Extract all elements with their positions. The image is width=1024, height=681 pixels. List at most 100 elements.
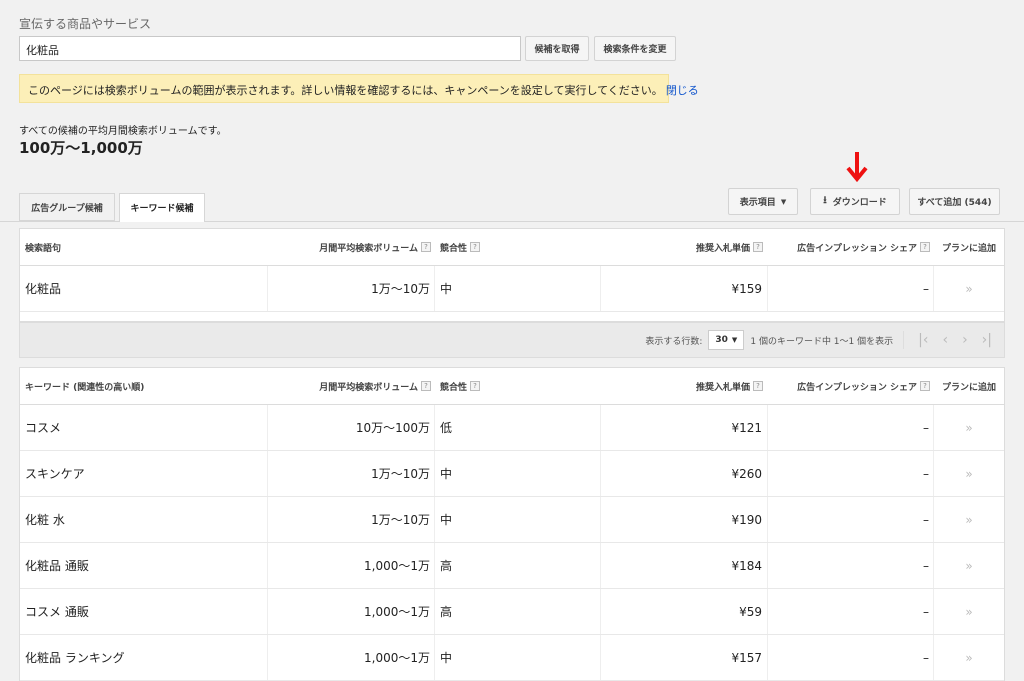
- columns-button[interactable]: 表示項目 ▼: [728, 188, 798, 215]
- add-to-plan-icon[interactable]: »: [934, 405, 1004, 450]
- tab-ad-group-ideas[interactable]: 広告グループ候補: [19, 193, 115, 221]
- add-to-plan-icon[interactable]: »: [934, 589, 1004, 634]
- help-icon[interactable]: ?: [920, 381, 930, 391]
- notice-close-link[interactable]: 閉じる: [666, 84, 699, 97]
- cell-volume: 1万〜10万: [268, 497, 435, 542]
- header-competition-label: 競合性: [440, 382, 468, 393]
- header-bid[interactable]: 推奨入札単価?: [601, 380, 768, 393]
- help-icon[interactable]: ?: [421, 381, 431, 391]
- cell-competition: 高: [435, 543, 601, 588]
- header-volume-label: 月間平均検索ボリューム: [319, 243, 418, 254]
- help-icon[interactable]: ?: [421, 242, 431, 252]
- arrow-down-icon: [846, 152, 868, 183]
- cell-competition: 中: [435, 451, 601, 496]
- cell-volume: 1万〜10万: [268, 266, 435, 311]
- cell-keyword: 化粧 水: [20, 497, 268, 542]
- first-page-icon[interactable]: |‹: [918, 332, 928, 348]
- cell-share: –: [768, 635, 934, 680]
- cell-volume: 1,000〜1万: [268, 589, 435, 634]
- pager-divider: [903, 331, 905, 349]
- cell-bid: ¥184: [601, 543, 768, 588]
- cell-share: –: [768, 543, 934, 588]
- header-share-label: 広告インプレッション シェア: [797, 243, 917, 254]
- get-ideas-button[interactable]: 候補を取得: [525, 36, 589, 61]
- cell-bid: ¥260: [601, 451, 768, 496]
- table-row: 化粧品 1万〜10万 中 ¥159 – »: [20, 266, 1004, 312]
- add-to-plan-icon[interactable]: »: [934, 543, 1004, 588]
- cell-competition: 高: [435, 589, 601, 634]
- header-competition[interactable]: 競合性?: [435, 380, 601, 393]
- cell-share: –: [768, 405, 934, 450]
- modify-search-button[interactable]: 検索条件を変更: [594, 36, 676, 61]
- add-to-plan-icon[interactable]: »: [934, 497, 1004, 542]
- cell-keyword: 化粧品: [20, 266, 268, 311]
- cell-share: –: [768, 451, 934, 496]
- help-icon[interactable]: ?: [753, 381, 763, 391]
- header-competition-label: 競合性: [440, 243, 468, 254]
- cell-bid: ¥190: [601, 497, 768, 542]
- cell-keyword: コスメ 通販: [20, 589, 268, 634]
- header-competition[interactable]: 競合性?: [435, 241, 601, 254]
- cell-share: –: [768, 589, 934, 634]
- help-icon[interactable]: ?: [920, 242, 930, 252]
- table-header: 検索語句 月間平均検索ボリューム? 競合性? 推奨入札単価? 広告インプレッショ…: [20, 229, 1004, 266]
- cell-competition: 低: [435, 405, 601, 450]
- range-text: 1 個のキーワード中 1〜1 個を表示: [750, 336, 894, 347]
- search-terms-table: 検索語句 月間平均検索ボリューム? 競合性? 推奨入札単価? 広告インプレッショ…: [19, 228, 1005, 322]
- table-row: コスメ 10万〜100万低 ¥121–»: [20, 405, 1004, 451]
- average-volume-value: 100万〜1,000万: [19, 139, 143, 157]
- header-volume-label: 月間平均検索ボリューム: [319, 382, 418, 393]
- help-icon[interactable]: ?: [470, 381, 481, 391]
- rows-per-page-value: 30: [715, 335, 728, 345]
- header-bid[interactable]: 推奨入札単価?: [601, 241, 768, 254]
- cell-competition: 中: [435, 635, 601, 680]
- add-all-button[interactable]: すべて追加 (544): [909, 188, 1000, 215]
- download-button[interactable]: ⭳ ダウンロード: [810, 188, 900, 215]
- cell-competition: 中: [435, 266, 601, 311]
- header-share-label: 広告インプレッション シェア: [797, 382, 917, 393]
- cell-volume: 1,000〜1万: [268, 635, 435, 680]
- prev-page-icon[interactable]: ‹: [942, 332, 948, 348]
- average-volume-label: すべての候補の平均月間検索ボリュームです。: [19, 126, 227, 137]
- cell-volume: 1,000〜1万: [268, 543, 435, 588]
- last-page-icon[interactable]: ›|: [982, 332, 992, 348]
- cell-competition: 中: [435, 497, 601, 542]
- download-button-label: ダウンロード: [832, 198, 887, 208]
- notice-text: このページには検索ボリュームの範囲が表示されます。詳しい情報を確認するには、キャ…: [28, 84, 663, 97]
- download-icon: ⭳: [823, 195, 827, 206]
- header-bid-label: 推奨入札単価: [695, 382, 750, 393]
- cell-volume: 1万〜10万: [268, 451, 435, 496]
- cell-bid: ¥59: [601, 589, 768, 634]
- table-row: スキンケア 1万〜10万中 ¥260–»: [20, 451, 1004, 497]
- active-tab-gap: [120, 221, 204, 222]
- cell-keyword: 化粧品 ランキング: [20, 635, 268, 680]
- header-share[interactable]: 広告インプレッション シェア?: [768, 380, 934, 393]
- header-keyword[interactable]: 検索語句: [20, 241, 268, 254]
- table-row: コスメ 通販 1,000〜1万高 ¥59–»: [20, 589, 1004, 635]
- cell-share: –: [768, 266, 934, 311]
- chevron-down-icon: ▼: [780, 197, 787, 206]
- rows-per-page-label: 表示する行数:: [645, 336, 703, 347]
- add-to-plan-icon[interactable]: »: [934, 266, 1004, 311]
- header-keyword[interactable]: キーワード (関連性の高い順): [20, 380, 268, 393]
- cell-keyword: 化粧品 通販: [20, 543, 268, 588]
- header-add: プランに追加: [941, 243, 996, 254]
- add-to-plan-icon[interactable]: »: [934, 635, 1004, 680]
- product-search-input[interactable]: 化粧品: [19, 36, 521, 61]
- pagination-bar: 表示する行数: 30 ▼ 1 個のキーワード中 1〜1 個を表示 |‹ ‹ › …: [19, 322, 1005, 358]
- rows-per-page-select[interactable]: 30 ▼: [708, 330, 745, 350]
- tab-keyword-ideas[interactable]: キーワード候補: [119, 193, 205, 222]
- header-bid-label: 推奨入札単価: [695, 243, 750, 254]
- keyword-ideas-table: キーワード (関連性の高い順) 月間平均検索ボリューム? 競合性? 推奨入札単価…: [19, 367, 1005, 681]
- header-volume[interactable]: 月間平均検索ボリューム?: [268, 380, 435, 393]
- help-icon[interactable]: ?: [470, 242, 481, 252]
- add-to-plan-icon[interactable]: »: [934, 451, 1004, 496]
- cell-bid: ¥121: [601, 405, 768, 450]
- help-icon[interactable]: ?: [753, 242, 763, 252]
- header-share[interactable]: 広告インプレッション シェア?: [768, 241, 934, 254]
- chevron-down-icon: ▼: [731, 336, 738, 344]
- cell-volume: 10万〜100万: [268, 405, 435, 450]
- header-volume[interactable]: 月間平均検索ボリューム?: [268, 241, 435, 254]
- next-page-icon[interactable]: ›: [962, 332, 968, 348]
- table-row: 化粧品 ランキング 1,000〜1万中 ¥157–»: [20, 635, 1004, 681]
